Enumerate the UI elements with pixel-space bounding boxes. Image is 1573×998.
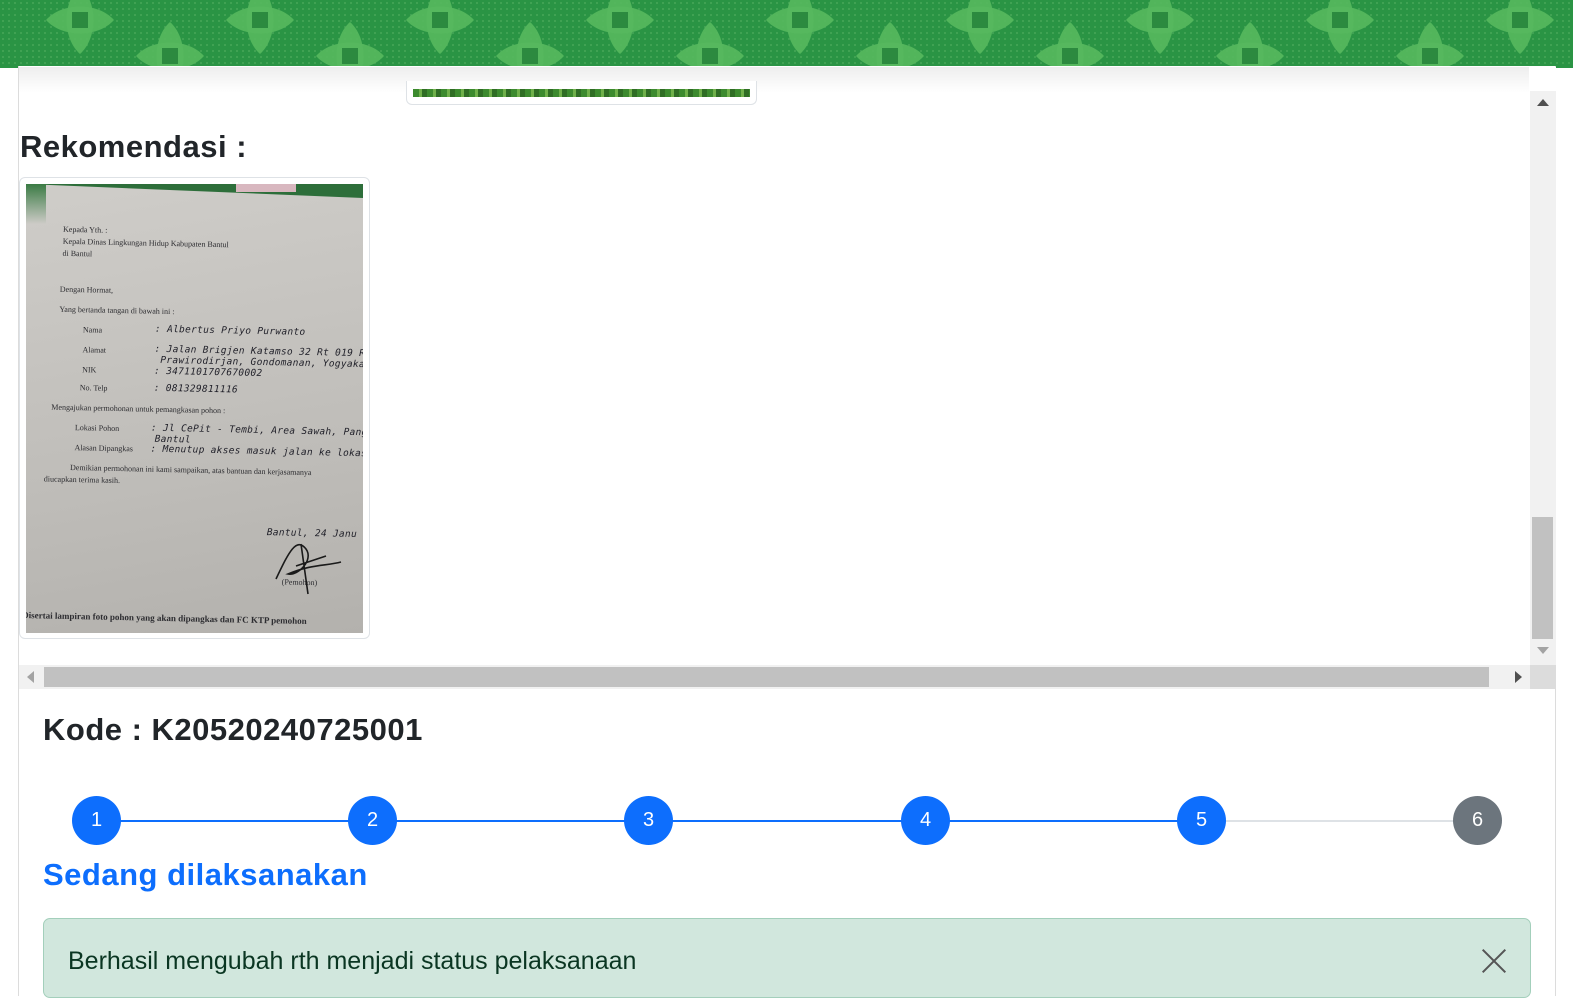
success-alert: Berhasil mengubah rth menjadi status pel…: [43, 918, 1531, 998]
scroll-right-icon[interactable]: [1515, 671, 1522, 683]
horizontal-scrollbar[interactable]: [19, 665, 1530, 689]
step-4: 4: [901, 796, 950, 845]
recommendation-image-thumbnail[interactable]: Kepada Yth. : Kepala Dinas Lingkungan Hi…: [19, 177, 370, 639]
step-6: 6: [1453, 796, 1502, 845]
stepper-line-remaining: [1201, 820, 1477, 822]
step-5: 5: [1177, 796, 1226, 845]
recommendation-letter-photo: Kepada Yth. : Kepala Dinas Lingkungan Hi…: [26, 184, 363, 633]
signature-mark: [275, 543, 342, 595]
status-title: Sedang dilaksanakan: [43, 857, 368, 892]
scroll-up-icon[interactable]: [1537, 99, 1549, 106]
step-2: 2: [348, 796, 397, 845]
vertical-scroll-thumb[interactable]: [1532, 517, 1553, 639]
horizontal-scroll-thumb[interactable]: [44, 667, 1489, 687]
step-3: 3: [624, 796, 673, 845]
previous-image-thumbnail[interactable]: [406, 81, 757, 105]
header-banner: [0, 0, 1573, 68]
alert-message: Berhasil mengubah rth menjadi status pel…: [68, 947, 637, 975]
step-1: 1: [72, 796, 121, 845]
scroll-down-icon[interactable]: [1537, 647, 1549, 654]
scrollbar-corner: [1530, 665, 1556, 689]
vertical-scrollbar[interactable]: [1530, 91, 1556, 665]
detail-scroll-panel[interactable]: Rekomendasi : Kepada Yth. : Kepala Dinas…: [19, 67, 1556, 689]
scroll-left-icon[interactable]: [27, 671, 34, 683]
recommendation-title: Rekomendasi :: [20, 129, 248, 164]
progress-stepper: 1 2 3 4 5 6: [72, 796, 1502, 846]
close-icon[interactable]: [1480, 947, 1508, 975]
scroll-shadow: [19, 67, 1529, 93]
batik-pattern: [0, 0, 1573, 68]
request-code: Kode : K20520240725001: [43, 712, 423, 747]
